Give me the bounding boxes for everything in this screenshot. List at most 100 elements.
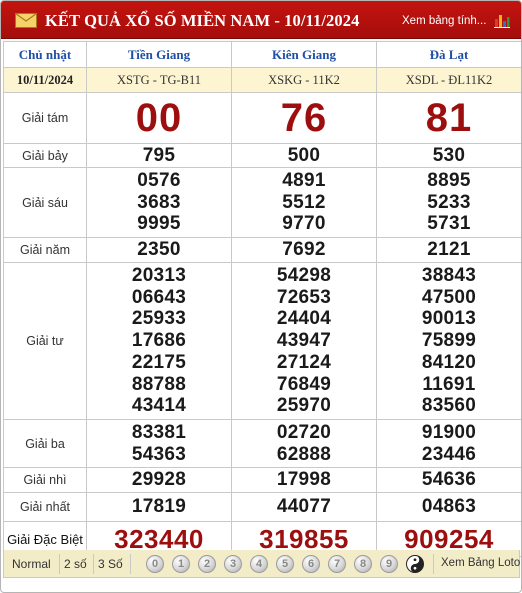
view-table-link[interactable]: Xem bảng tính... [402, 15, 486, 27]
prize-row-g8: Giải tám 00 76 81 [3, 92, 521, 144]
prize-label: Giải tám [3, 92, 87, 144]
prize-number: 04863 [421, 496, 477, 518]
province-header-row: Chủ nhật Tiền Giang Kiên Giang Đà Lạt [3, 41, 521, 68]
prize-number: 4891 [282, 169, 326, 191]
prize-number: 3683 [137, 191, 181, 213]
digit-filter-5[interactable]: 5 [276, 555, 294, 573]
prize-row-g6: Giải sáu 0576 3683 9995 4891 5512 9770 8… [3, 167, 521, 238]
prize-number: 75899 [421, 330, 477, 352]
envelope-icon [15, 13, 37, 28]
prize-number: 00 [135, 96, 183, 140]
prize-row-g7: Giải bảy 795 500 530 [3, 143, 521, 168]
ticket-code: XSTG - TG-B11 [86, 67, 232, 93]
prize-row-g2: Giải nhì 29928 17998 54636 [3, 467, 521, 493]
prize-number: 02720 [276, 421, 332, 443]
digit-filter-9[interactable]: 9 [380, 555, 398, 573]
prize-number: 17686 [131, 330, 187, 352]
digit-filter-0[interactable]: 0 [146, 555, 164, 573]
prize-row-g4: Giải tư 20313 06643 25933 17686 22175 88… [3, 262, 521, 420]
option-2-digits[interactable]: 2 số [64, 557, 87, 571]
results-widget: KẾT QUẢ XỔ SỐ MIỀN NAM - 10/11/2024 Xem … [0, 0, 522, 593]
prize-number: 5512 [282, 191, 326, 213]
prize-number: 62888 [276, 443, 332, 465]
prize-number: 76 [280, 96, 328, 140]
digit-filter-4[interactable]: 4 [250, 555, 268, 573]
prize-number: 81 [425, 96, 473, 140]
prize-number: 22175 [131, 351, 187, 373]
draw-date: 10/11/2024 [3, 67, 87, 93]
prize-number: 0576 [137, 169, 181, 191]
bar-chart-icon[interactable] [494, 12, 510, 28]
prize-label: Giải năm [3, 237, 87, 263]
divider [93, 554, 94, 574]
prize-number: 76849 [276, 373, 332, 395]
yin-yang-icon[interactable] [406, 555, 424, 573]
page-title: KẾT QUẢ XỔ SỐ MIỀN NAM - 10/11/2024 [45, 11, 360, 30]
prize-number: 9995 [137, 213, 181, 235]
prize-number: 90013 [421, 308, 477, 330]
prize-number: 5233 [427, 191, 471, 213]
divider [433, 554, 434, 574]
ticket-code: XSKG - 11K2 [231, 67, 377, 93]
prize-number: 25933 [131, 308, 187, 330]
prize-label: Giải sáu [3, 167, 87, 238]
option-3-digits[interactable]: 3 Số [98, 557, 123, 571]
digit-filter-7[interactable]: 7 [328, 555, 346, 573]
digit-filter-1[interactable]: 1 [172, 555, 190, 573]
display-options-bar: Normal 2 số 3 Số 0 1 2 3 4 5 6 7 8 9 Xem… [3, 550, 520, 578]
prize-number: 88788 [131, 373, 187, 395]
prize-number: 06643 [131, 286, 187, 308]
prize-number: 2121 [427, 239, 471, 261]
province-name[interactable]: Tiền Giang [86, 41, 232, 68]
divider [59, 554, 60, 574]
prize-number: 38843 [421, 264, 477, 286]
prize-number: 11691 [422, 373, 476, 395]
header-bar: KẾT QUẢ XỔ SỐ MIỀN NAM - 10/11/2024 Xem … [1, 1, 521, 39]
prize-number: 795 [142, 144, 176, 166]
prize-number: 29928 [131, 469, 187, 491]
view-loto-link[interactable]: Xem Bảng Loto [441, 557, 520, 569]
province-name[interactable]: Đà Lạt [376, 41, 521, 68]
results-table: Chủ nhật Tiền Giang Kiên Giang Đà Lạt 10… [3, 41, 521, 557]
digit-filter-8[interactable]: 8 [354, 555, 372, 573]
prize-number: 25970 [276, 395, 332, 417]
digit-filter-3[interactable]: 3 [224, 555, 242, 573]
prize-number: 72653 [276, 286, 332, 308]
prize-number: 23446 [421, 443, 477, 465]
prize-number: 43947 [276, 330, 332, 352]
prize-number: 54636 [421, 469, 477, 491]
ticket-code: XSDL - ĐL11K2 [376, 67, 521, 93]
prize-number: 47500 [421, 286, 477, 308]
divider [130, 554, 131, 574]
prize-number: 17819 [131, 496, 187, 518]
prize-number: 20313 [131, 264, 187, 286]
prize-label: Giải bảy [3, 143, 87, 168]
prize-number: 530 [432, 144, 466, 166]
prize-number: 9770 [282, 213, 326, 235]
prize-number: 5731 [427, 213, 471, 235]
digit-filter-6[interactable]: 6 [302, 555, 320, 573]
prize-number: 83560 [421, 395, 477, 417]
prize-label: Giải nhì [3, 467, 87, 493]
prize-number: 44077 [276, 496, 332, 518]
option-normal[interactable]: Normal [12, 557, 51, 571]
prize-number: 2350 [137, 239, 181, 261]
prize-number: 7692 [282, 239, 326, 261]
prize-number: 54363 [131, 443, 187, 465]
prize-number: 54298 [276, 264, 332, 286]
province-name[interactable]: Kiên Giang [231, 41, 377, 68]
prize-number: 500 [287, 144, 321, 166]
prize-label: Giải nhất [3, 492, 87, 522]
prize-label: Giải tư [3, 262, 87, 420]
prize-number: 43414 [131, 395, 187, 417]
prize-number: 91900 [421, 421, 477, 443]
digit-filter-2[interactable]: 2 [198, 555, 216, 573]
prize-label: Giải ba [3, 419, 87, 468]
prize-number: 17998 [276, 469, 332, 491]
prize-row-g5: Giải năm 2350 7692 2121 [3, 237, 521, 263]
prize-number: 24404 [276, 308, 332, 330]
prize-number: 27124 [276, 351, 332, 373]
prize-number: 84120 [421, 351, 477, 373]
day-label: Chủ nhật [3, 41, 87, 68]
prize-row-g1: Giải nhất 17819 44077 04863 [3, 492, 521, 522]
